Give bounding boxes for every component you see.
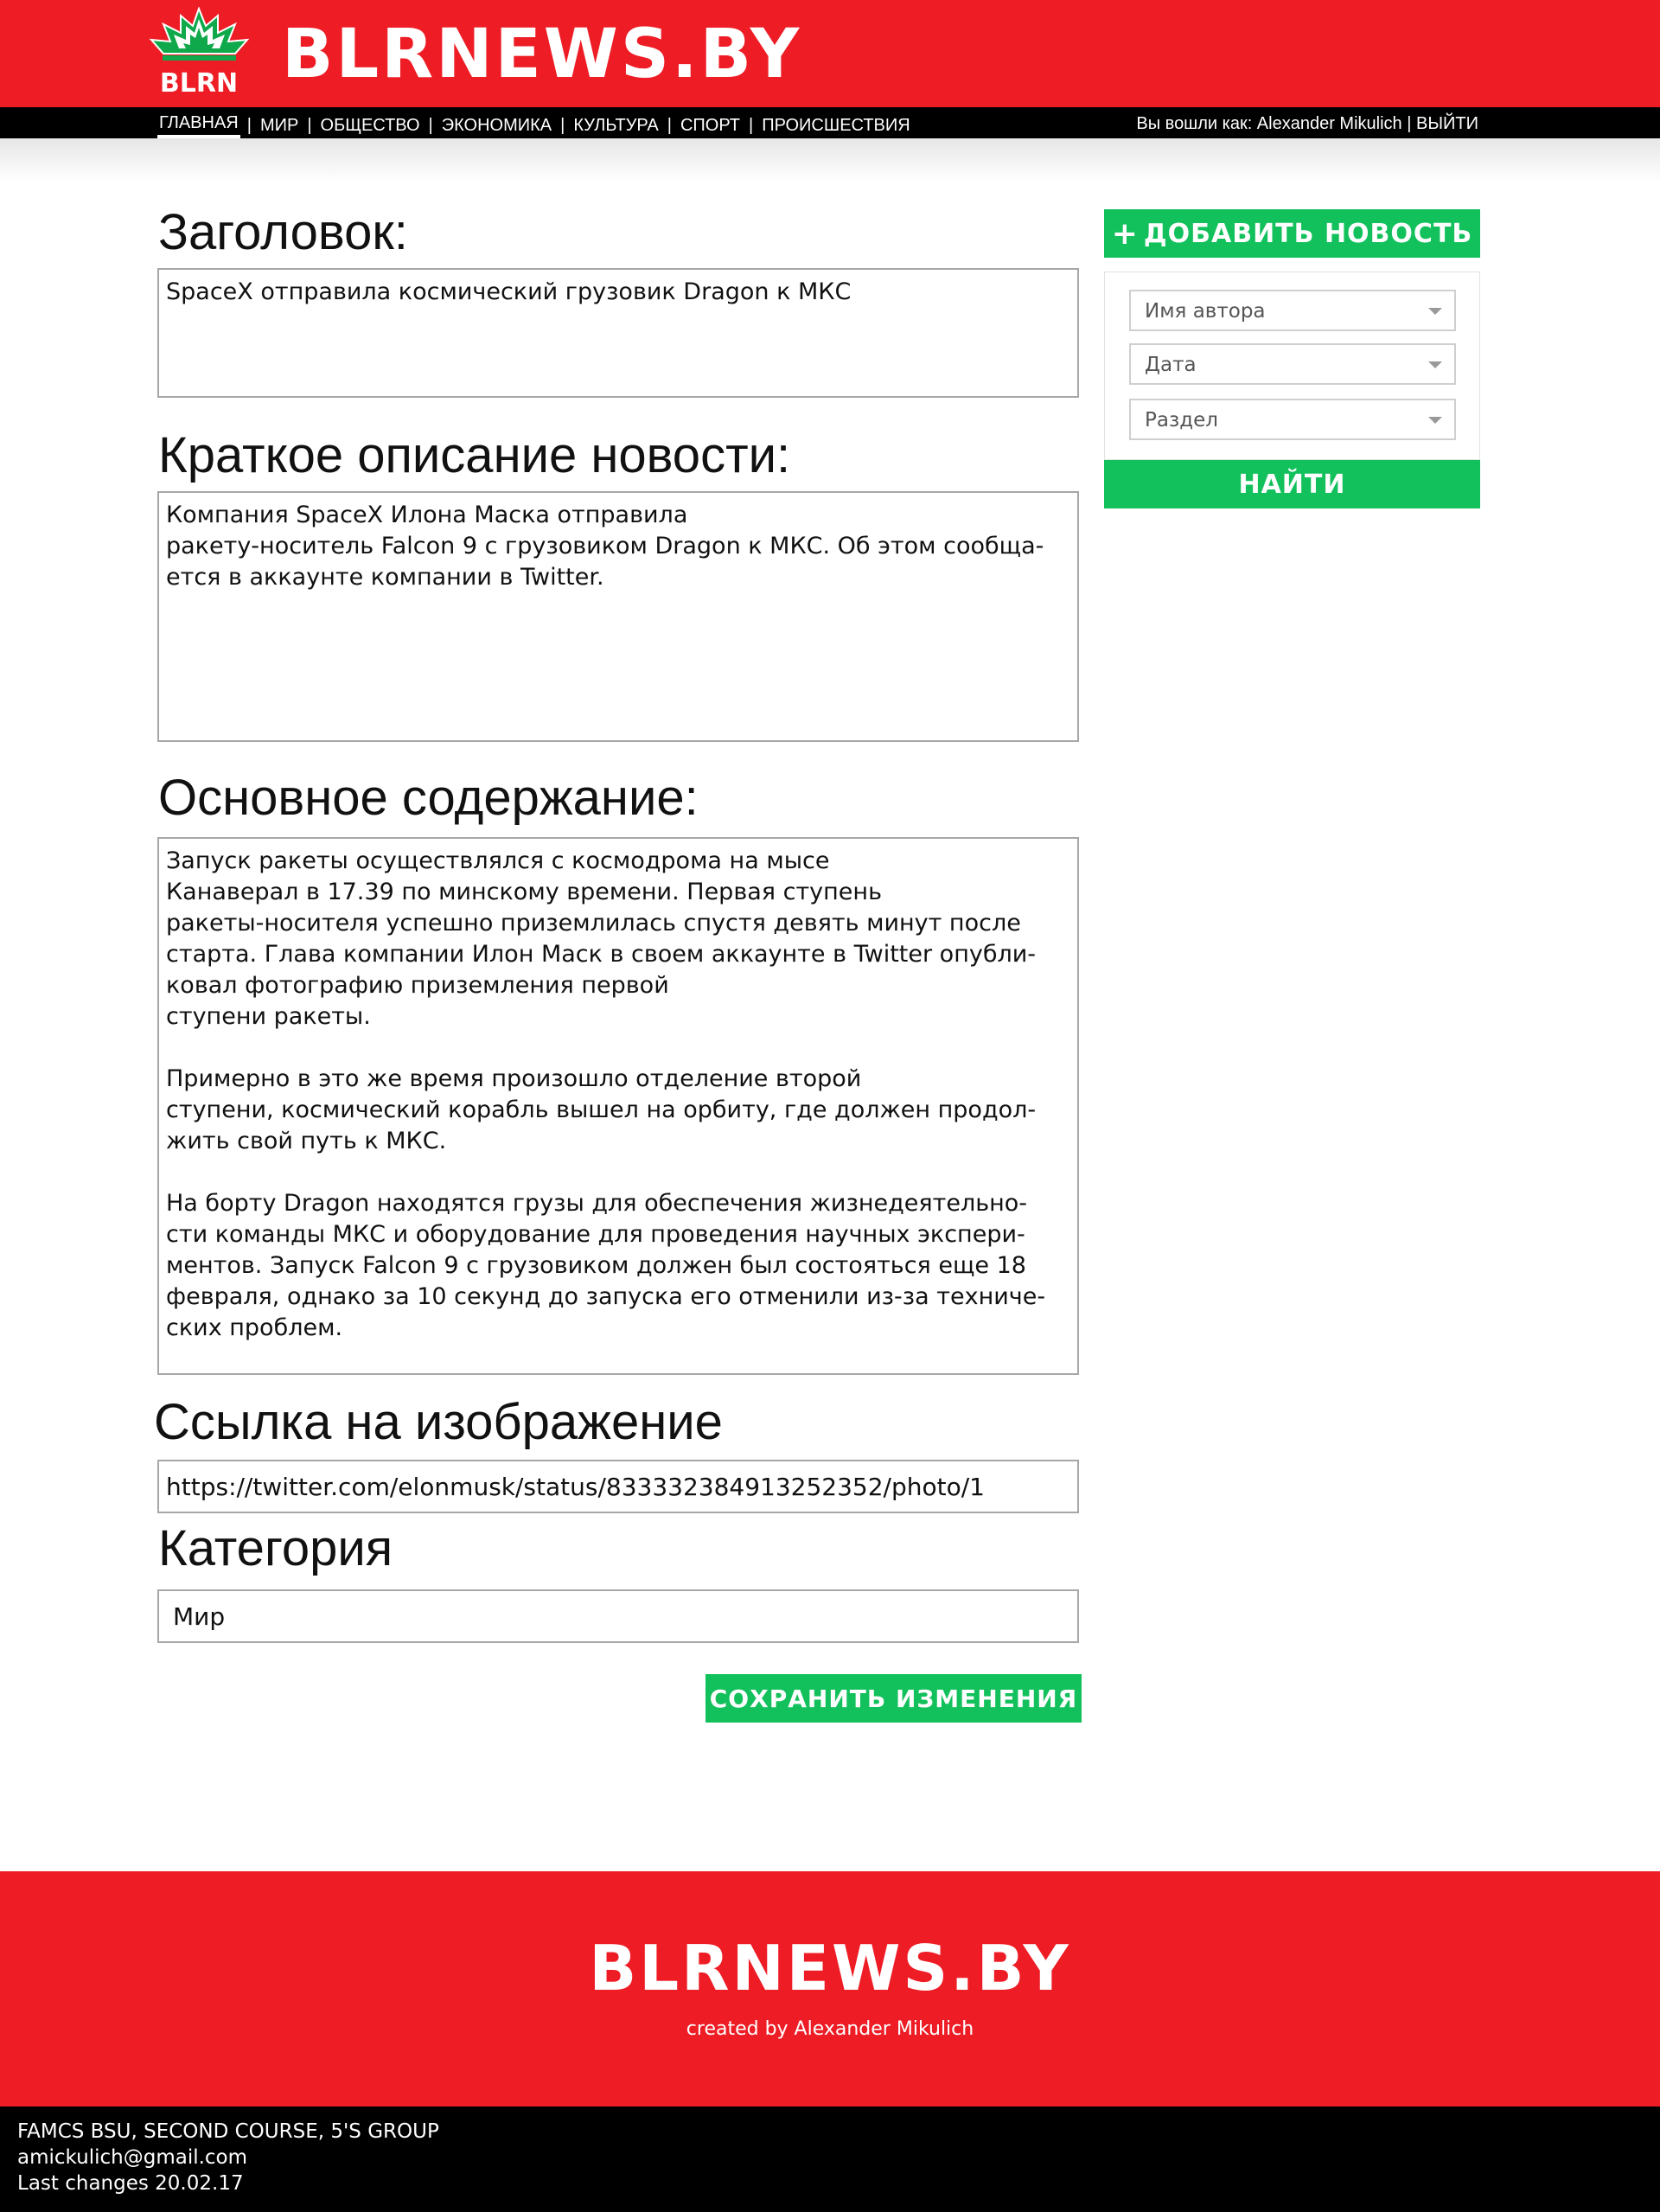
- user-separator: |: [1407, 114, 1412, 133]
- content-label: Основное содержание:: [158, 770, 699, 826]
- title-label: Заголовок:: [158, 204, 408, 260]
- add-news-label: ДОБАВИТЬ НОВОСТЬ: [1143, 218, 1473, 249]
- footer-credit: created by Alexander Mikulich: [686, 2018, 974, 2040]
- section-filter-label: Раздел: [1145, 409, 1218, 432]
- nav-item-incidents[interactable]: ПРОИСШЕСТВИЯ: [760, 115, 911, 136]
- filter-panel: Имя автора Дата Раздел: [1104, 272, 1480, 460]
- image-link-label: Ссылка на изображение: [154, 1394, 723, 1450]
- content-input[interactable]: Запуск ракеты осуществлялся с космодрома…: [157, 837, 1079, 1375]
- logo-text: BLRN: [160, 68, 238, 97]
- footer-last-changes: Last changes 20.02.17: [17, 2172, 244, 2195]
- main-nav-bar: ГЛАВНАЯ | МИР | ОБЩЕСТВО | ЭКОНОМИКА | К…: [0, 107, 1660, 138]
- logged-in-user: Вы вошли как: Alexander Mikulich: [1136, 114, 1402, 133]
- author-filter-select[interactable]: Имя автора: [1129, 290, 1456, 331]
- save-changes-button[interactable]: СОХРАНИТЬ ИЗМЕНЕНИЯ: [706, 1674, 1082, 1723]
- site-title[interactable]: BLRNEWS.BY: [282, 16, 801, 93]
- nav-item-sport[interactable]: СПОРТ: [679, 115, 742, 136]
- user-info: Вы вошли как: Alexander Mikulich | ВЫЙТИ: [1136, 114, 1478, 134]
- chevron-down-icon: [1428, 308, 1442, 315]
- date-filter-select[interactable]: Дата: [1129, 343, 1456, 385]
- footer-course-line: FAMCS BSU, SECOND COURSE, 5'S GROUP: [17, 2120, 439, 2143]
- author-filter-label: Имя автора: [1145, 300, 1266, 323]
- logout-link[interactable]: ВЫЙТИ: [1416, 114, 1478, 133]
- bottom-info-bar: FAMCS BSU, SECOND COURSE, 5'S GROUP amic…: [0, 2107, 1660, 2212]
- category-label: Категория: [158, 1520, 393, 1576]
- nav-separator: |: [667, 115, 672, 135]
- main-nav: ГЛАВНАЯ | МИР | ОБЩЕСТВО | ЭКОНОМИКА | К…: [157, 112, 912, 138]
- nav-item-home[interactable]: ГЛАВНАЯ: [157, 112, 240, 138]
- section-filter-select[interactable]: Раздел: [1129, 399, 1456, 440]
- footer-site-title: BLRNEWS.BY: [589, 1932, 1071, 2004]
- summary-input[interactable]: Компания SpaceX Илона Маска отправила ра…: [157, 491, 1079, 742]
- nav-item-world[interactable]: МИР: [259, 115, 300, 136]
- category-input[interactable]: [157, 1589, 1079, 1643]
- plus-icon: +: [1111, 215, 1139, 252]
- title-input[interactable]: SpaceX отправила космический грузовик Dr…: [157, 268, 1079, 398]
- nav-separator: |: [246, 115, 252, 135]
- nav-separator: |: [428, 115, 433, 135]
- chevron-down-icon: [1428, 417, 1442, 424]
- nav-item-economy[interactable]: ЭКОНОМИКА: [440, 115, 553, 136]
- nav-separator: |: [307, 115, 312, 135]
- nav-item-culture[interactable]: КУЛЬТУРА: [571, 115, 660, 136]
- add-news-button[interactable]: + ДОБАВИТЬ НОВОСТЬ: [1104, 209, 1480, 258]
- logo-icon[interactable]: BLRN: [145, 7, 253, 97]
- summary-label: Краткое описание новости:: [158, 427, 791, 483]
- nav-separator: |: [749, 115, 754, 135]
- nav-item-society[interactable]: ОБЩЕСТВО: [319, 115, 422, 136]
- nav-separator: |: [560, 115, 565, 135]
- date-filter-label: Дата: [1145, 354, 1197, 376]
- chevron-down-icon: [1428, 361, 1442, 368]
- find-button[interactable]: НАЙТИ: [1104, 460, 1480, 508]
- image-link-input[interactable]: [157, 1460, 1079, 1513]
- footer-email[interactable]: amickulich@gmail.com: [17, 2145, 247, 2170]
- site-header: BLRN BLRNEWS.BY: [0, 0, 1660, 107]
- header-shadow: [0, 138, 1660, 182]
